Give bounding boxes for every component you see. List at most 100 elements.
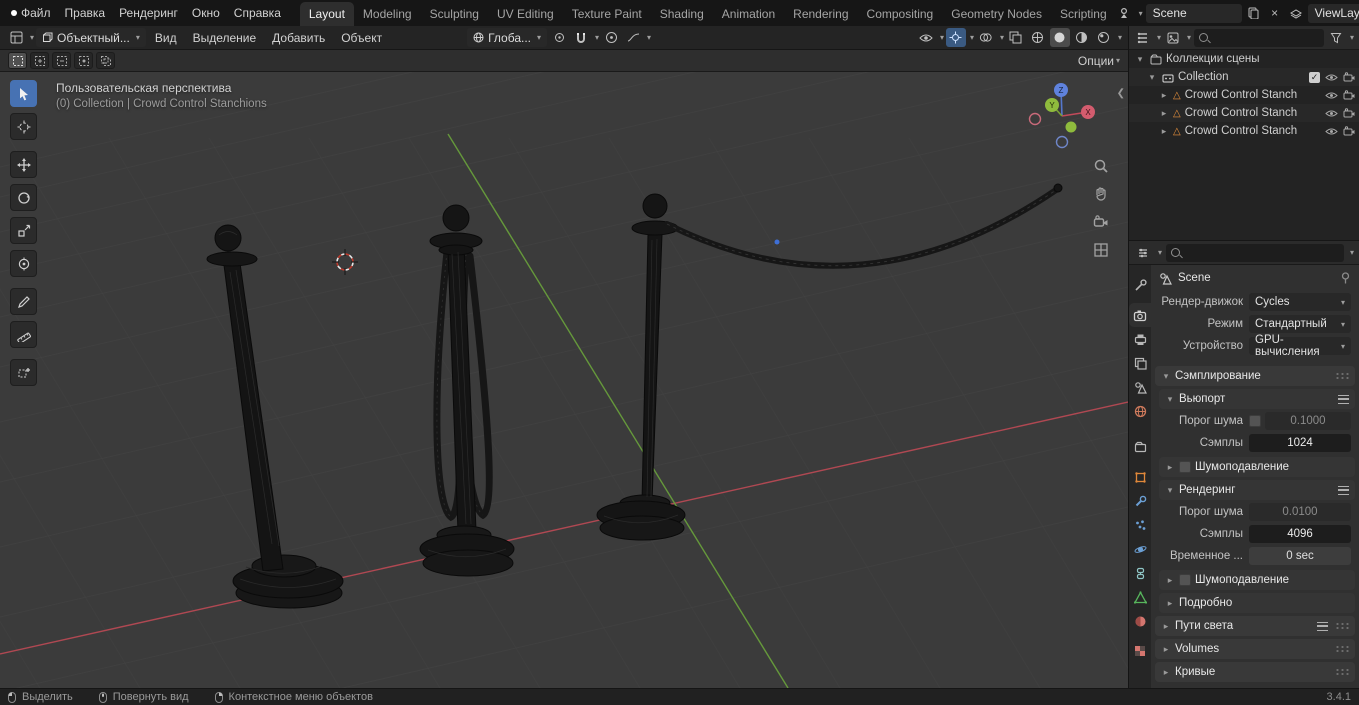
outliner-display-caret-icon[interactable]: ▾ [1187, 33, 1191, 42]
viewport-canvas[interactable] [0, 72, 1128, 688]
time-limit-field[interactable]: 0 sec [1249, 547, 1351, 565]
viewlayer-selector[interactable]: ViewLayer [1307, 3, 1359, 23]
tool-annotate[interactable] [10, 288, 37, 315]
properties-search-input[interactable] [1184, 246, 1339, 259]
tab-output-icon[interactable] [1129, 327, 1151, 351]
outliner-editor-caret-icon[interactable]: ▾ [1157, 33, 1161, 42]
menu-window[interactable]: Окно [185, 3, 227, 23]
viewport-3d[interactable]: Пользовательская перспектива (0) Collect… [0, 72, 1128, 688]
tab-constraints-icon[interactable] [1129, 561, 1151, 585]
properties-search[interactable] [1166, 243, 1344, 262]
render-visibility-camera-icon[interactable] [1343, 90, 1355, 100]
tab-material-icon[interactable] [1129, 609, 1151, 633]
outliner-row-collection[interactable]: ▾ Collection ✓ [1129, 68, 1359, 86]
overlays-caret-icon[interactable]: ▾ [1000, 33, 1004, 42]
tab-tool-icon[interactable] [1129, 273, 1151, 297]
scene-selector[interactable]: Scene [1145, 3, 1242, 23]
preset-menu-icon[interactable] [1317, 621, 1328, 631]
unlink-scene-icon[interactable]: × [1266, 4, 1284, 22]
hide-eye-icon[interactable] [1325, 91, 1338, 100]
tab-particles-icon[interactable] [1129, 513, 1151, 537]
section-curves[interactable]: ▸ Кривые [1155, 662, 1355, 682]
tab-render-icon[interactable] [1129, 303, 1151, 327]
tab-world-icon[interactable] [1129, 399, 1151, 423]
menu-edit[interactable]: Правка [58, 3, 113, 23]
tab-uv-editing[interactable]: UV Editing [488, 2, 563, 26]
properties-editor-icon[interactable] [1134, 244, 1152, 262]
gizmos-toggle-icon[interactable] [945, 28, 966, 47]
tab-texture-paint[interactable]: Texture Paint [563, 2, 651, 26]
gizmo-x-neg-axis[interactable] [1028, 112, 1042, 126]
viewport-denoise-checkbox[interactable] [1179, 461, 1191, 473]
snap-target-icon[interactable] [549, 28, 569, 47]
scene-browse-caret-icon[interactable]: ▾ [1139, 9, 1143, 18]
tab-geometry-nodes[interactable]: Geometry Nodes [942, 2, 1051, 26]
collection-checkbox[interactable]: ✓ [1309, 71, 1320, 83]
hide-eye-icon[interactable] [1325, 73, 1338, 82]
mode-dropdown[interactable]: Объектный... ▾ [36, 28, 146, 47]
select-mode-invert-icon[interactable] [74, 52, 93, 69]
tab-shading[interactable]: Shading [651, 2, 713, 26]
shading-material-icon[interactable] [1072, 28, 1092, 47]
render-visibility-camera-icon[interactable] [1343, 126, 1355, 136]
hide-eye-icon[interactable] [1325, 109, 1338, 118]
tab-rendering[interactable]: Rendering [784, 2, 857, 26]
transform-orientation-dropdown[interactable]: Глоба... ▾ [467, 28, 548, 47]
tab-view-layer-icon[interactable] [1129, 351, 1151, 375]
select-mode-intersect-icon[interactable] [96, 52, 115, 69]
properties-options-caret-icon[interactable]: ▾ [1350, 248, 1354, 257]
tool-select-box[interactable] [10, 80, 37, 107]
snap-magnet-icon[interactable] [571, 28, 591, 47]
overlays-toggle-icon[interactable] [976, 28, 996, 47]
outliner-display-mode-icon[interactable] [1164, 29, 1182, 47]
shading-wireframe-icon[interactable] [1028, 28, 1048, 47]
outliner-row-scene-collection[interactable]: ▾ Коллекции сцены [1129, 50, 1359, 68]
shading-rendered-icon[interactable] [1094, 28, 1114, 47]
tool-transform[interactable] [10, 250, 37, 277]
disclosure-closed-icon[interactable]: ▸ [1159, 90, 1169, 101]
gizmo-y-neg-axis[interactable] [1065, 121, 1077, 133]
render-denoise-checkbox[interactable] [1179, 574, 1191, 586]
snap-caret-icon[interactable]: ▾ [595, 33, 599, 42]
subsection-viewport-denoise[interactable]: ▸ Шумоподавление [1159, 457, 1355, 477]
shading-solid-icon[interactable] [1049, 28, 1070, 47]
section-volumes[interactable]: ▸ Volumes [1155, 639, 1355, 659]
tab-modifiers-icon[interactable] [1129, 489, 1151, 513]
outliner-editor-icon[interactable] [1134, 29, 1152, 47]
gizmo-z-neg-axis[interactable] [1055, 135, 1069, 149]
outliner-row-object-3[interactable]: ▸ △ Crowd Control Stanch [1129, 122, 1359, 140]
section-sampling[interactable]: ▾ Сэмплирование [1155, 366, 1355, 386]
tab-collection-icon[interactable] [1129, 435, 1151, 459]
outliner-search[interactable] [1194, 28, 1324, 47]
subsection-viewport[interactable]: ▾ Вьюпорт [1159, 389, 1355, 409]
sidebar-toggle-icon[interactable]: ❮ [1117, 88, 1125, 99]
noise-threshold-field[interactable]: 0.1000 [1265, 412, 1351, 430]
panel-grip-icon[interactable] [1335, 372, 1349, 380]
subsection-render-denoise[interactable]: ▸ Шумоподавление [1159, 570, 1355, 590]
navigation-gizmo[interactable]: Z X Y [1028, 76, 1108, 154]
tool-move[interactable] [10, 151, 37, 178]
menu-select[interactable]: Выделение [186, 29, 264, 47]
camera-view-icon[interactable] [1091, 212, 1111, 232]
menu-object[interactable]: Объект [334, 29, 389, 47]
outliner-row-object-2[interactable]: ▸ △ Crowd Control Stanch [1129, 104, 1359, 122]
panel-grip-icon[interactable] [1335, 668, 1349, 676]
menu-file[interactable]: Файл [14, 3, 58, 23]
editor-type-caret-icon[interactable]: ▾ [30, 33, 34, 42]
visibility-caret-icon[interactable]: ▾ [940, 33, 944, 42]
pin-icon[interactable] [1340, 272, 1351, 284]
tab-modeling[interactable]: Modeling [354, 2, 421, 26]
tab-scene-icon[interactable] [1129, 375, 1151, 399]
zoom-icon[interactable] [1091, 156, 1111, 176]
feature-set-dropdown[interactable]: Стандартный ▾ [1249, 315, 1351, 333]
tab-object-data-icon[interactable] [1129, 585, 1151, 609]
ortho-grid-icon[interactable] [1091, 240, 1111, 260]
panel-grip-icon[interactable] [1335, 645, 1349, 653]
outliner-search-input[interactable] [1212, 31, 1319, 44]
tab-scripting[interactable]: Scripting [1051, 2, 1116, 26]
tool-cursor[interactable] [10, 113, 37, 140]
tab-texture-icon[interactable] [1129, 639, 1151, 663]
tab-compositing[interactable]: Compositing [858, 2, 943, 26]
tab-animation[interactable]: Animation [713, 2, 784, 26]
options-dropdown[interactable]: Опции ▾ [1078, 54, 1120, 68]
